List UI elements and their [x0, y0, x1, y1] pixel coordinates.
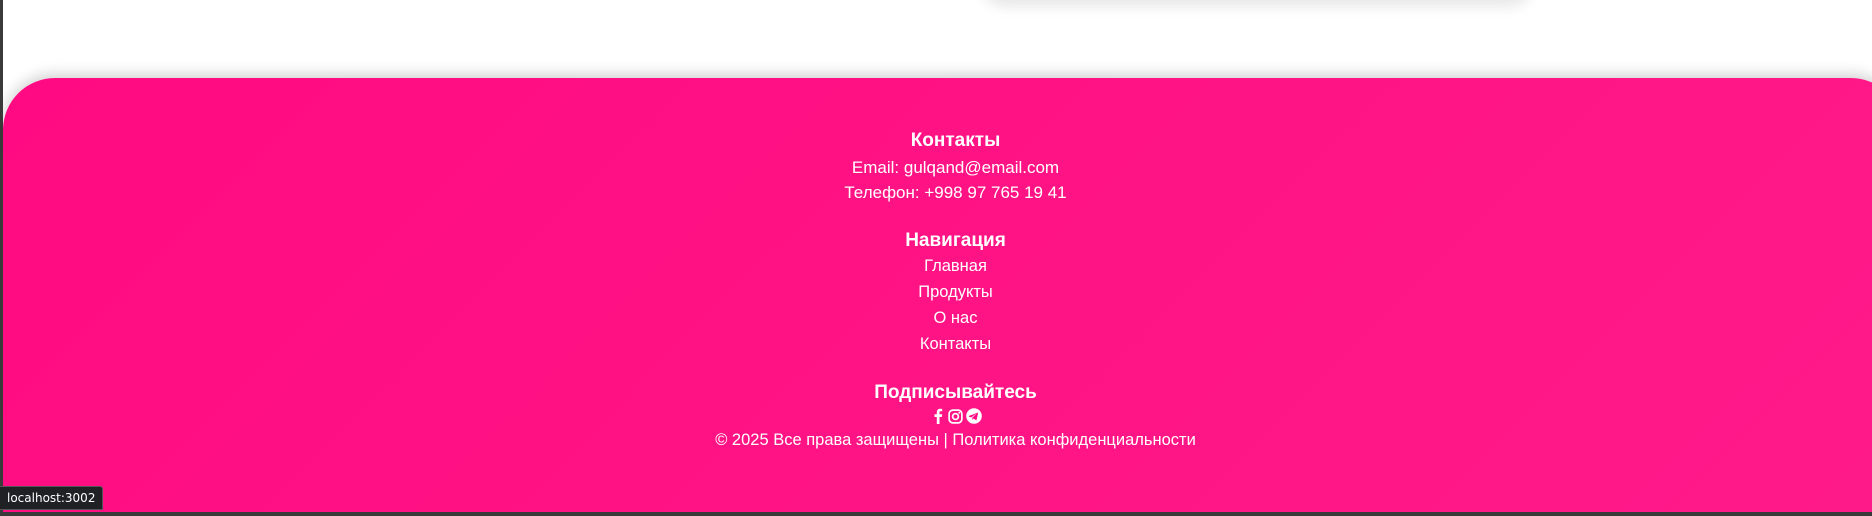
facebook-icon[interactable] [930, 408, 946, 424]
browser-viewport: Контакты Email: gulqand@email.com Телефо… [0, 0, 1872, 516]
link-status-url: localhost:3002 [0, 486, 104, 510]
footer-nav-contacts[interactable]: Контакты [920, 331, 991, 357]
contact-email: Email: gulqand@email.com [851, 158, 1060, 177]
social-links [3, 407, 1872, 425]
footer-nav-about[interactable]: О нас [934, 305, 978, 331]
footer-nav-products[interactable]: Продукты [918, 279, 993, 305]
footer-nav-home[interactable]: Главная [924, 253, 987, 279]
navigation-heading: Навигация [905, 230, 1006, 251]
window-bottom-border [0, 512, 1872, 516]
subscribe-heading: Подписывайтесь [874, 382, 1037, 403]
footer-navigation-section: Навигация Главная Продукты О нас Контакт… [3, 230, 1872, 357]
window-left-border [0, 0, 3, 516]
copyright-text: © 2025 Все права защищены | Политика кон… [715, 431, 1196, 449]
contacts-heading: Контакты [910, 130, 1001, 151]
telegram-icon[interactable] [965, 408, 982, 424]
site-footer: Контакты Email: gulqand@email.com Телефо… [3, 78, 1872, 512]
contact-phone: Телефон: +998 97 765 19 41 [844, 183, 1067, 202]
footer-contacts-section: Контакты Email: gulqand@email.com Телефо… [3, 130, 1872, 205]
footer-subscribe-section: Подписывайтесь © 2025 Все права защищены… [3, 382, 1872, 453]
instagram-icon[interactable] [948, 408, 964, 424]
